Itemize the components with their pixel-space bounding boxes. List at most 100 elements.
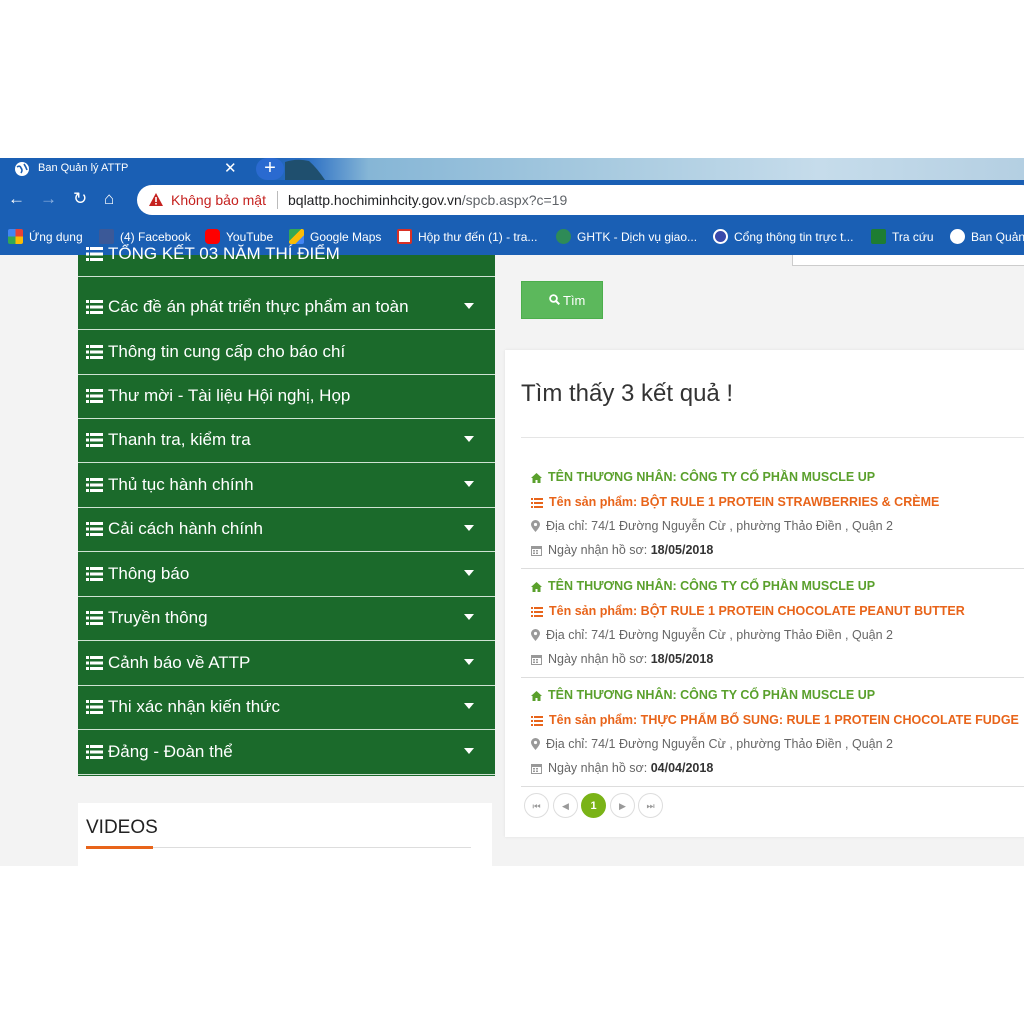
videos-accent-bar xyxy=(86,846,153,849)
bookmark-portal[interactable]: Cổng thông tin trực t... xyxy=(713,229,853,244)
map-marker-icon xyxy=(531,738,540,750)
result-item[interactable]: TÊN THƯƠNG NHÂN: CÔNG TY CỔ PHẦN MUSCLE … xyxy=(521,569,1024,678)
map-marker-icon xyxy=(531,629,540,641)
last-page-button[interactable]: ⏭ xyxy=(638,793,663,818)
search-input[interactable] xyxy=(792,255,1024,266)
new-tab-button[interactable]: + xyxy=(256,158,284,180)
browser-tab[interactable]: Ban Quản lý ATTP ✕ xyxy=(0,158,245,180)
calendar-icon xyxy=(531,546,542,556)
received-date: Ngày nhận hồ sơ: 04/04/2018 xyxy=(531,761,713,775)
sidebar-item[interactable]: Đảng - Đoàn thể xyxy=(78,731,495,775)
product-name[interactable]: Tên sản phẩm: THỰC PHẨM BỔ SUNG: RULE 1 … xyxy=(531,713,1019,727)
tab-strip: Ban Quản lý ATTP ✕ + xyxy=(0,158,1024,180)
home-icon xyxy=(531,473,542,483)
list-icon xyxy=(86,300,103,314)
result-item[interactable]: TÊN THƯƠNG NHÂN: CÔNG TY CỔ PHẦN MUSCLE … xyxy=(521,460,1024,569)
prev-page-button[interactable]: ◀ xyxy=(553,793,578,818)
bookmark-apps[interactable]: Ứng dụng xyxy=(8,229,83,244)
list-icon xyxy=(86,745,103,759)
list-icon xyxy=(531,716,543,726)
list-icon xyxy=(86,567,103,581)
list-icon xyxy=(86,656,103,670)
sidebar-item[interactable]: Thông báo xyxy=(78,553,495,597)
result-item[interactable]: TÊN THƯƠNG NHÂN: CÔNG TY CỔ PHẦN MUSCLE … xyxy=(521,678,1024,787)
close-tab-icon[interactable]: ✕ xyxy=(224,159,237,177)
caret-down-icon[interactable] xyxy=(464,481,474,487)
search-icon xyxy=(549,294,560,305)
sidebar-item-label: Thông báo xyxy=(108,564,190,583)
sidebar-item[interactable]: TỔNG KẾT 03 NĂM THÍ ĐIỂM xyxy=(78,233,495,277)
list-icon xyxy=(531,498,543,508)
sidebar-item-label: Đảng - Đoàn thể xyxy=(108,742,233,761)
list-icon xyxy=(86,700,103,714)
caret-down-icon[interactable] xyxy=(464,303,474,309)
reload-icon[interactable]: ↻ xyxy=(73,190,87,208)
page-1-button[interactable]: 1 xyxy=(581,793,606,818)
product-name[interactable]: Tên sản phẩm: BỘT RULE 1 PROTEIN STRAWBE… xyxy=(531,495,939,509)
security-warning[interactable]: Không bảo mật xyxy=(171,192,266,208)
theme-background xyxy=(285,159,325,180)
caret-down-icon[interactable] xyxy=(464,614,474,620)
sidebar-item[interactable]: Cảnh báo về ATTP xyxy=(78,642,495,686)
list-icon xyxy=(86,611,103,625)
home-icon[interactable]: ⌂ xyxy=(104,190,114,208)
merchant-name[interactable]: TÊN THƯƠNG NHÂN: CÔNG TY CỔ PHẦN MUSCLE … xyxy=(531,579,875,593)
merchant-name[interactable]: TÊN THƯƠNG NHÂN: CÔNG TY CỔ PHẦN MUSCLE … xyxy=(531,470,875,484)
address-separator xyxy=(277,191,278,209)
sidebar-item[interactable]: Thông tin cung cấp cho báo chí xyxy=(78,331,495,375)
date-value: 18/05/2018 xyxy=(650,543,714,557)
address-bar[interactable]: Không bảo mật bqlattp.hochiminhcity.gov.… xyxy=(137,185,1024,215)
sidebar-item-label: Thông tin cung cấp cho báo chí xyxy=(108,342,346,361)
list-icon xyxy=(86,345,103,359)
url-text[interactable]: bqlattp.hochiminhcity.gov.vn/spcb.aspx?c… xyxy=(288,192,567,208)
globe-icon xyxy=(950,229,965,244)
next-page-button[interactable]: ▶ xyxy=(610,793,635,818)
calendar-icon xyxy=(531,655,542,665)
apps-grid-icon xyxy=(8,229,23,244)
sidebar-item[interactable]: Thư mời - Tài liệu Hội nghị, Họp xyxy=(78,375,495,419)
tab-title: Ban Quản lý ATTP xyxy=(38,162,129,174)
list-icon xyxy=(86,389,103,403)
list-icon xyxy=(86,522,103,536)
merchant-name[interactable]: TÊN THƯƠNG NHÂN: CÔNG TY CỔ PHẦN MUSCLE … xyxy=(531,688,875,702)
sidebar-item[interactable]: Thi xác nhận kiến thức xyxy=(78,686,495,730)
sidebar-item-label: Truyền thông xyxy=(108,608,208,627)
sidebar-item[interactable]: Các đề án phát triển thực phẩm an toàn xyxy=(78,286,495,330)
results-divider xyxy=(521,437,1024,438)
received-date: Ngày nhận hồ sơ: 18/05/2018 xyxy=(531,543,713,557)
bookmark-tra-cuu[interactable]: Tra cứu xyxy=(871,229,934,244)
sidebar-item[interactable]: Cải cách hành chính xyxy=(78,508,495,552)
bookmark-ban-quan[interactable]: Ban Quản xyxy=(950,229,1024,244)
caret-down-icon[interactable] xyxy=(464,748,474,754)
videos-panel: VIDEOS xyxy=(78,803,492,866)
sidebar-item[interactable]: Truyền thông xyxy=(78,597,495,641)
search-button-label: Tìm xyxy=(563,293,586,308)
address: Địa chỉ: 74/1 Đường Nguyễn Cừ , phường T… xyxy=(531,737,893,751)
search-button[interactable]: Tìm xyxy=(521,281,603,319)
caret-down-icon[interactable] xyxy=(464,525,474,531)
results-heading: Tìm thấy 3 kết quả ! xyxy=(521,380,734,407)
browser-window: Ban Quản lý ATTP ✕ + ← → ↻ ⌂ Không bảo m… xyxy=(0,158,1024,866)
url-host: bqlattp.hochiminhcity.gov.vn xyxy=(288,192,462,208)
sidebar-item[interactable]: Thanh tra, kiểm tra xyxy=(78,419,495,463)
product-name[interactable]: Tên sản phẩm: BỘT RULE 1 PROTEIN CHOCOLA… xyxy=(531,604,965,618)
ghtk-icon xyxy=(556,229,571,244)
caret-down-icon[interactable] xyxy=(464,570,474,576)
address: Địa chỉ: 74/1 Đường Nguyễn Cừ , phường T… xyxy=(531,519,893,533)
warning-icon xyxy=(149,193,163,206)
bookmark-ghtk[interactable]: GHTK - Dịch vụ giao... xyxy=(556,229,697,244)
caret-down-icon[interactable] xyxy=(464,659,474,665)
date-value: 04/04/2018 xyxy=(650,761,714,775)
globe-icon xyxy=(15,162,29,176)
caret-down-icon[interactable] xyxy=(464,703,474,709)
result-divider xyxy=(521,786,1024,787)
caret-down-icon[interactable] xyxy=(464,436,474,442)
list-icon xyxy=(86,433,103,447)
web-page: TỔNG KẾT 03 NĂM THÍ ĐIỂM Các đề án phát t… xyxy=(0,244,1024,866)
forward-icon[interactable]: → xyxy=(40,190,57,208)
first-page-button[interactable]: ⏮ xyxy=(524,793,549,818)
back-icon[interactable]: ← xyxy=(8,190,25,208)
sidebar-item-label: Thanh tra, kiểm tra xyxy=(108,430,251,449)
sidebar-item[interactable]: Thủ tục hành chính xyxy=(78,464,495,508)
sidebar-item-label: TỔNG KẾT 03 NĂM THÍ ĐIỂM xyxy=(108,244,340,263)
